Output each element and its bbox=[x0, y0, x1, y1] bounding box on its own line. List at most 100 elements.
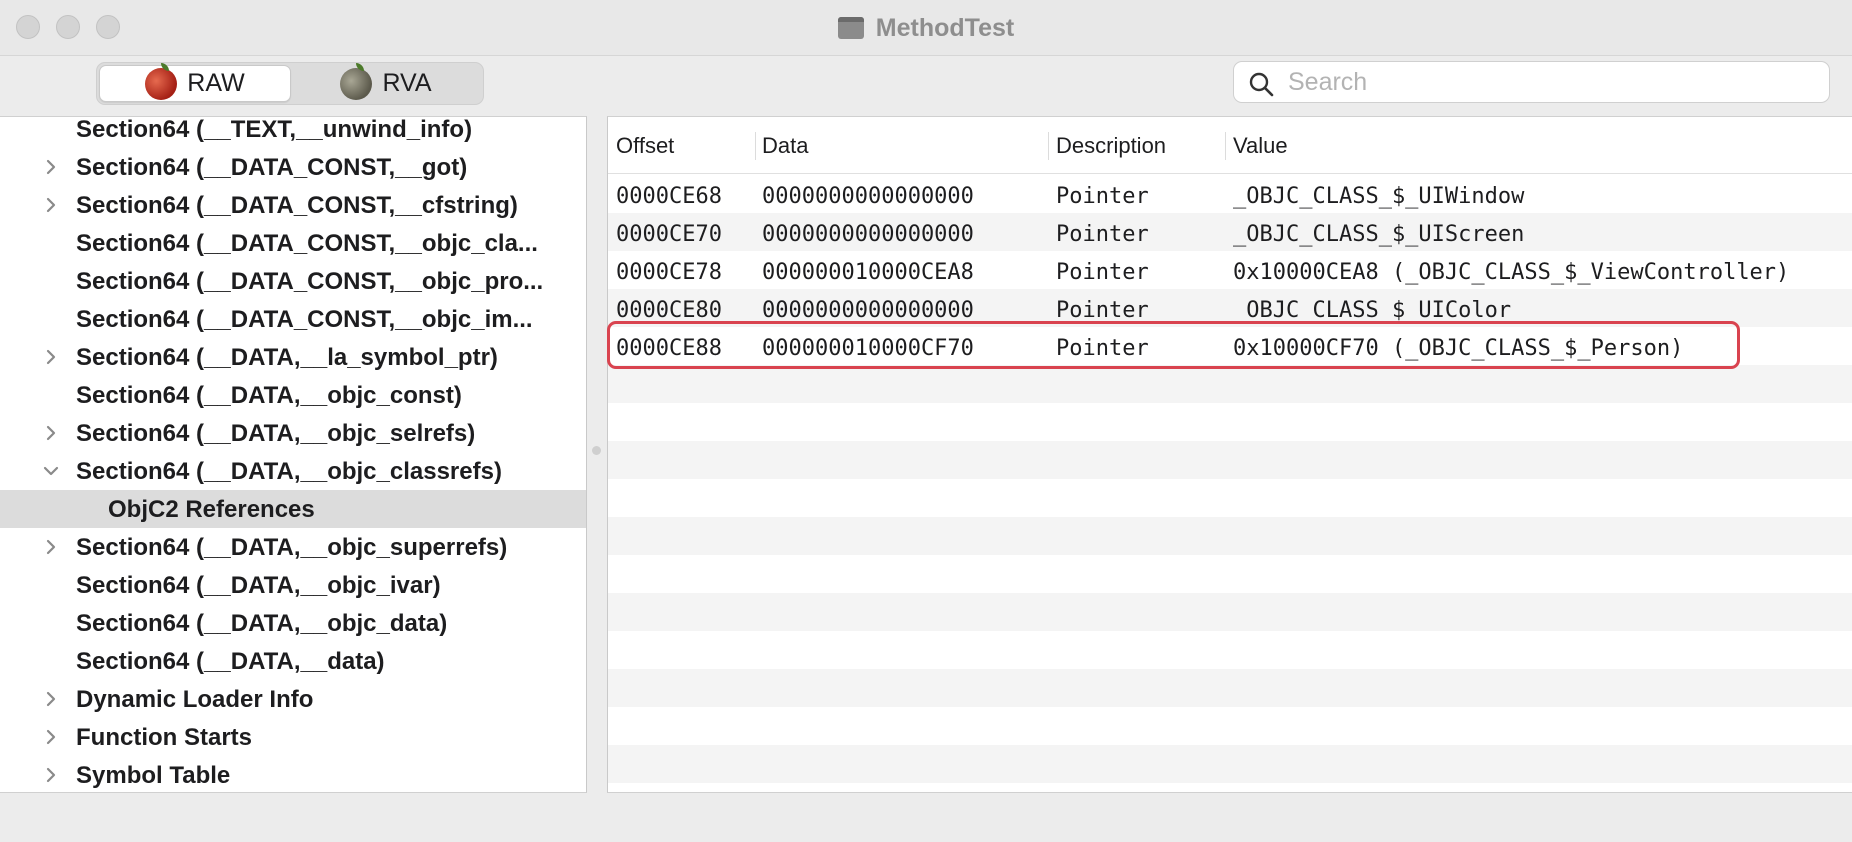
sidebar-tree-item[interactable]: Section64 (__TEXT,__unwind_info) bbox=[0, 116, 586, 148]
table-cell-description: Pointer bbox=[1056, 336, 1149, 361]
sidebar-tree-item[interactable]: Section64 (__DATA,__objc_ivar) bbox=[0, 566, 586, 604]
column-separator[interactable] bbox=[755, 132, 756, 160]
sidebar-tree-item[interactable]: Section64 (__DATA,__objc_superrefs) bbox=[0, 528, 586, 566]
column-separator[interactable] bbox=[1048, 132, 1049, 160]
table-cell-description: Pointer bbox=[1056, 298, 1149, 323]
window-title: MethodTest bbox=[875, 13, 1015, 42]
empty-table-row bbox=[608, 479, 1852, 517]
table-cell-offset: 0000CE68 bbox=[616, 184, 722, 209]
references-table[interactable]: Offset Data Description Value 0000CE68 00… bbox=[607, 116, 1852, 793]
sidebar-tree-item-label: Function Starts bbox=[76, 724, 253, 751]
table-cell-offset: 0000CE78 bbox=[616, 260, 722, 285]
table-cell-offset: 0000CE70 bbox=[616, 222, 722, 247]
sidebar-tree-item-label: Dynamic Loader Info bbox=[76, 686, 314, 713]
sidebar-tree-item-label: Section64 (__TEXT,__unwind_info) bbox=[76, 116, 473, 143]
sidebar-tree-item[interactable]: Symbol Table bbox=[0, 756, 586, 792]
chevron-right-icon[interactable] bbox=[40, 536, 62, 558]
empty-table-row bbox=[608, 365, 1852, 403]
sidebar-tree-item[interactable]: Section64 (__DATA,__data) bbox=[0, 642, 586, 680]
table-cell-value: _OBJC_CLASS_$_UIWindow bbox=[1233, 184, 1525, 209]
address-mode-segmented-control: RAW RVA bbox=[96, 62, 484, 105]
empty-table-row bbox=[608, 669, 1852, 707]
sidebar-tree-item[interactable]: Section64 (__DATA_CONST,__objc_im... bbox=[0, 300, 586, 338]
chevron-right-icon[interactable] bbox=[40, 194, 62, 216]
sidebar-tree-item[interactable]: Dynamic Loader Info bbox=[0, 680, 586, 718]
table-cell-description: Pointer bbox=[1056, 260, 1149, 285]
table-cell-data: 000000010000CF70 bbox=[762, 336, 974, 361]
chevron-right-icon[interactable] bbox=[40, 726, 62, 748]
document-icon bbox=[837, 17, 864, 39]
table-cell-data: 0000000000000000 bbox=[762, 184, 974, 209]
empty-table-row bbox=[608, 707, 1852, 745]
table-row[interactable]: 0000CE80 0000000000000000 Pointer _OBJC_CLA… bbox=[608, 289, 1852, 327]
table-row[interactable]: 0000CE88 000000010000CF70 Pointer 0x10000CF… bbox=[608, 327, 1852, 365]
sidebar-tree-item[interactable]: Section64 (__DATA_CONST,__objc_pro... bbox=[0, 262, 586, 300]
table-cell-description: Pointer bbox=[1056, 184, 1149, 209]
table-cell-value: 0x10000CEA8 (_OBJC_CLASS_$_ViewControlle… bbox=[1233, 260, 1790, 285]
sidebar-tree-item-label: Section64 (__DATA_CONST,__cfstring) bbox=[76, 192, 518, 219]
column-header-value[interactable]: Value bbox=[1233, 133, 1288, 159]
chevron-right-icon[interactable] bbox=[40, 764, 62, 786]
sidebar-tree-item-label: Section64 (__DATA,__objc_const) bbox=[76, 382, 462, 409]
sidebar-tree-item[interactable]: Section64 (__DATA,__objc_classrefs) bbox=[0, 452, 586, 490]
title-bar: MethodTest bbox=[0, 0, 1852, 56]
table-cell-value: 0x10000CF70 (_OBJC_CLASS_$_Person) bbox=[1233, 336, 1684, 361]
table-row[interactable]: 0000CE68 0000000000000000 Pointer _OBJC_CLA… bbox=[608, 175, 1852, 213]
sidebar-tree-item-label: Section64 (__DATA,__objc_superrefs) bbox=[76, 534, 508, 561]
table-row[interactable]: 0000CE70 0000000000000000 Pointer _OBJC_CLA… bbox=[608, 213, 1852, 251]
split-view-divider-handle[interactable] bbox=[592, 446, 601, 455]
sidebar-tree-item[interactable]: Function Starts bbox=[0, 718, 586, 756]
table-cell-data: 0000000000000000 bbox=[762, 222, 974, 247]
chevron-right-icon[interactable] bbox=[40, 422, 62, 444]
table-header: Offset Data Description Value bbox=[608, 117, 1852, 174]
table-cell-offset: 0000CE80 bbox=[616, 298, 722, 323]
table-cell-data: 000000010000CEA8 bbox=[762, 260, 974, 285]
column-header-offset[interactable]: Offset bbox=[616, 133, 674, 159]
sidebar-tree-item[interactable]: Section64 (__DATA,__objc_selrefs) bbox=[0, 414, 586, 452]
empty-table-row bbox=[608, 403, 1852, 441]
sidebar-tree[interactable]: Section64 (__TEXT,__unwind_info) Section6… bbox=[0, 116, 587, 793]
search-input[interactable] bbox=[1288, 64, 1818, 100]
sidebar-tree-item[interactable]: Section64 (__DATA,__la_symbol_ptr) bbox=[0, 338, 586, 376]
sidebar-tree-item[interactable]: Section64 (__DATA,__objc_const) bbox=[0, 376, 586, 414]
chevron-down-icon[interactable] bbox=[40, 460, 62, 482]
grey-apple-icon bbox=[340, 62, 373, 100]
sidebar-tree-item[interactable]: ObjC2 References bbox=[0, 490, 586, 528]
red-apple-icon bbox=[145, 62, 178, 100]
sidebar-tree-item-label: Section64 (__DATA_CONST,__objc_im... bbox=[76, 306, 533, 333]
search-icon bbox=[1249, 72, 1274, 97]
sidebar-tree-item-label: Section64 (__DATA,__data) bbox=[76, 648, 385, 675]
bottom-bar bbox=[0, 793, 1852, 842]
sidebar-tree-item-label: ObjC2 References bbox=[108, 496, 315, 523]
sidebar-tree-item-label: Section64 (__DATA_CONST,__objc_cla... bbox=[76, 230, 538, 257]
sidebar-tree-item-label: Section64 (__DATA,__la_symbol_ptr) bbox=[76, 344, 498, 371]
search-field bbox=[1233, 61, 1830, 103]
chevron-right-icon[interactable] bbox=[40, 688, 62, 710]
table-row[interactable]: 0000CE78 000000010000CEA8 Pointer 0x10000CE… bbox=[608, 251, 1852, 289]
sidebar-tree-item[interactable]: Section64 (__DATA_CONST,__cfstring) bbox=[0, 186, 586, 224]
segment-raw-label: RAW bbox=[187, 69, 245, 97]
sidebar-tree-item[interactable]: Section64 (__DATA,__objc_data) bbox=[0, 604, 586, 642]
segment-raw[interactable]: RAW bbox=[99, 62, 291, 102]
sidebar-tree-item[interactable]: Section64 (__DATA_CONST,__got) bbox=[0, 148, 586, 186]
empty-table-row bbox=[608, 593, 1852, 631]
chevron-right-icon[interactable] bbox=[40, 346, 62, 368]
table-cell-description: Pointer bbox=[1056, 222, 1149, 247]
table-cell-value: _OBJC_CLASS_$_UIScreen bbox=[1233, 222, 1525, 247]
sidebar-tree-item-label: Section64 (__DATA_CONST,__got) bbox=[76, 154, 468, 181]
segment-rva[interactable]: RVA bbox=[291, 62, 481, 102]
table-cell-data: 0000000000000000 bbox=[762, 298, 974, 323]
empty-table-row bbox=[608, 441, 1852, 479]
column-header-description[interactable]: Description bbox=[1056, 133, 1166, 159]
chevron-right-icon[interactable] bbox=[40, 156, 62, 178]
column-separator[interactable] bbox=[1225, 132, 1226, 160]
table-cell-value: _OBJC_CLASS_$_UIColor bbox=[1233, 298, 1512, 323]
sidebar-tree-item-label: Section64 (__DATA_CONST,__objc_pro... bbox=[76, 268, 544, 295]
column-header-data[interactable]: Data bbox=[762, 133, 808, 159]
table-cell-offset: 0000CE88 bbox=[616, 336, 722, 361]
empty-table-row bbox=[608, 631, 1852, 669]
empty-table-row bbox=[608, 517, 1852, 555]
sidebar-tree-item-label: Section64 (__DATA,__objc_classrefs) bbox=[76, 458, 502, 485]
sidebar-tree-item-label: Section64 (__DATA,__objc_selrefs) bbox=[76, 420, 476, 447]
sidebar-tree-item[interactable]: Section64 (__DATA_CONST,__objc_cla... bbox=[0, 224, 586, 262]
